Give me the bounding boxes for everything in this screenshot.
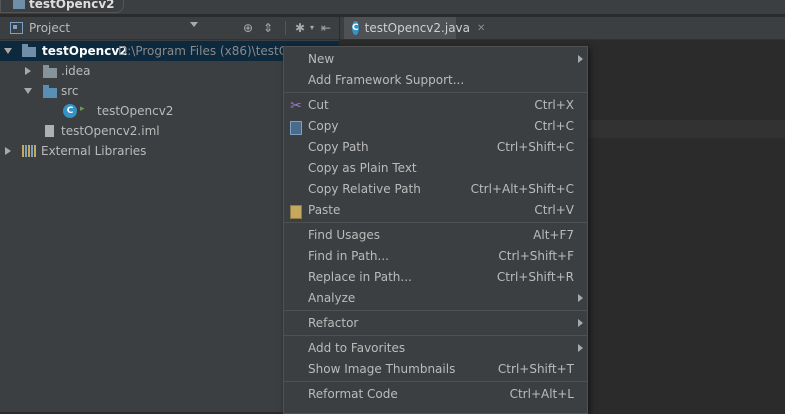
menu-item-refactor[interactable]: Refactor bbox=[284, 313, 587, 334]
menu-item-copy-path[interactable]: Copy Path Ctrl+Shift+C bbox=[284, 137, 587, 158]
menu-item-reformat-code[interactable]: Reformat Code Ctrl+Alt+L bbox=[284, 384, 587, 405]
menu-item-label: Refactor bbox=[308, 316, 359, 330]
submenu-arrow-icon bbox=[578, 344, 583, 352]
tree-item-label: testOpencv2 bbox=[42, 44, 128, 58]
menu-item-label: Copy bbox=[308, 119, 339, 133]
menu-item-copy-relative-path[interactable]: Copy Relative Path Ctrl+Alt+Shift+C bbox=[284, 179, 587, 200]
menu-item-label: Copy Path bbox=[308, 140, 369, 154]
menu-item-cut[interactable]: ✂ Cut Ctrl+X bbox=[284, 95, 587, 116]
project-panel-title: Project bbox=[29, 21, 71, 35]
menu-item-shortcut: Ctrl+Shift+C bbox=[496, 140, 574, 154]
context-menu: New Add Framework Support... ✂ Cut Ctrl+… bbox=[283, 46, 588, 414]
menu-item-shortcut: Ctrl+Shift+F bbox=[498, 249, 574, 263]
menu-item-shortcut: Ctrl+V bbox=[534, 203, 574, 217]
menu-separator bbox=[284, 335, 587, 336]
menu-item-shortcut: Ctrl+Alt+Shift+C bbox=[470, 182, 574, 196]
menu-item-label: Copy Relative Path bbox=[308, 182, 421, 196]
tree-item-label: External Libraries bbox=[41, 144, 147, 158]
menu-item-label: Paste bbox=[308, 203, 341, 217]
chevron-right-icon[interactable] bbox=[25, 67, 31, 75]
project-view-icon bbox=[10, 22, 23, 34]
project-view-selector[interactable]: Project bbox=[10, 21, 70, 35]
menu-item-find-usages[interactable]: Find Usages Alt+F7 bbox=[284, 225, 587, 246]
breadcrumb[interactable]: testOpencv2 bbox=[0, 0, 124, 13]
libraries-icon bbox=[22, 145, 36, 157]
menu-item-shortcut: Alt+F7 bbox=[533, 228, 574, 242]
menu-item-label: Analyze bbox=[308, 291, 356, 305]
menu-item-add-framework-support[interactable]: Add Framework Support... bbox=[284, 70, 587, 91]
java-class-icon: C bbox=[63, 104, 77, 118]
menu-separator bbox=[284, 222, 587, 223]
tree-item-label: testOpencv2.iml bbox=[61, 124, 160, 138]
project-panel-header: Project ⊕ ⇕ ✱ ▾ ⇤ bbox=[0, 17, 339, 40]
submenu-arrow-icon bbox=[578, 55, 583, 63]
chevron-right-icon[interactable] bbox=[5, 147, 11, 155]
menu-item-label: Add Framework Support... bbox=[308, 73, 465, 87]
editor-tab-bar: C testOpencv2.java ✕ bbox=[340, 17, 785, 40]
hide-panel-icon[interactable]: ⇤ bbox=[318, 20, 334, 36]
menu-item-show-image-thumbnails[interactable]: Show Image Thumbnails Ctrl+Shift+T bbox=[284, 359, 587, 380]
chevron-down-icon[interactable] bbox=[4, 48, 12, 54]
project-folder-icon bbox=[13, 0, 25, 9]
menu-item-analyze[interactable]: Analyze bbox=[284, 288, 587, 309]
tree-item-label: testOpencv2 bbox=[97, 104, 174, 118]
tree-item-label: src bbox=[61, 84, 79, 98]
submenu-arrow-icon bbox=[578, 319, 583, 327]
navigation-bar: testOpencv2 bbox=[0, 0, 785, 14]
menu-item-replace-in-path[interactable]: Replace in Path... Ctrl+Shift+R bbox=[284, 267, 587, 288]
source-folder-icon bbox=[43, 85, 57, 98]
menu-item-label: Copy as Plain Text bbox=[308, 161, 417, 175]
java-class-icon: C bbox=[352, 21, 359, 35]
collapse-all-icon[interactable]: ⇕ bbox=[260, 20, 276, 36]
copy-icon bbox=[290, 121, 302, 135]
menu-item-label: Replace in Path... bbox=[308, 270, 412, 284]
scissors-icon: ✂ bbox=[290, 98, 302, 114]
menu-item-find-in-path[interactable]: Find in Path... Ctrl+Shift+F bbox=[284, 246, 587, 267]
menu-item-copy[interactable]: Copy Ctrl+C bbox=[284, 116, 587, 137]
menu-item-copy-as-plain-text[interactable]: Copy as Plain Text bbox=[284, 158, 587, 179]
menu-item-new[interactable]: New bbox=[284, 49, 587, 70]
menu-separator bbox=[284, 92, 587, 93]
module-folder-icon bbox=[22, 44, 36, 57]
menu-item-paste[interactable]: Paste Ctrl+V bbox=[284, 200, 587, 221]
menu-item-label: Reformat Code bbox=[308, 387, 398, 401]
breadcrumb-label: testOpencv2 bbox=[29, 0, 115, 11]
menu-item-add-to-favorites[interactable]: Add to Favorites bbox=[284, 338, 587, 359]
menu-item-shortcut: Ctrl+Shift+R bbox=[496, 270, 574, 284]
menu-item-label: Find in Path... bbox=[308, 249, 389, 263]
menu-item-label: Show Image Thumbnails bbox=[308, 362, 456, 376]
menu-item-shortcut: Ctrl+X bbox=[534, 98, 574, 112]
menu-item-label: Cut bbox=[308, 98, 329, 112]
folder-icon bbox=[43, 65, 57, 78]
chevron-down-icon[interactable] bbox=[190, 22, 198, 27]
menu-item-label: Find Usages bbox=[308, 228, 381, 242]
tab-label: testOpencv2.java bbox=[364, 21, 470, 35]
main-method-icon: ▸ bbox=[80, 104, 85, 114]
module-file-icon bbox=[45, 125, 54, 137]
menu-separator bbox=[284, 310, 587, 311]
menu-separator bbox=[284, 381, 587, 382]
toolbar-divider bbox=[285, 21, 286, 35]
menu-item-shortcut: Ctrl+C bbox=[534, 119, 574, 133]
tree-item-label: .idea bbox=[61, 64, 91, 78]
submenu-arrow-icon bbox=[578, 294, 583, 302]
menu-item-shortcut: Ctrl+Alt+L bbox=[509, 387, 574, 401]
paste-icon bbox=[290, 205, 302, 219]
menu-item-label: Add to Favorites bbox=[308, 341, 406, 355]
close-icon[interactable]: ✕ bbox=[477, 23, 485, 34]
locate-icon[interactable]: ⊕ bbox=[240, 20, 256, 36]
tab-testopencv2-java[interactable]: C testOpencv2.java ✕ bbox=[344, 17, 485, 39]
menu-item-label: New bbox=[308, 52, 335, 66]
menu-item-shortcut: Ctrl+Shift+T bbox=[497, 362, 574, 376]
chevron-down-icon[interactable] bbox=[24, 88, 32, 94]
